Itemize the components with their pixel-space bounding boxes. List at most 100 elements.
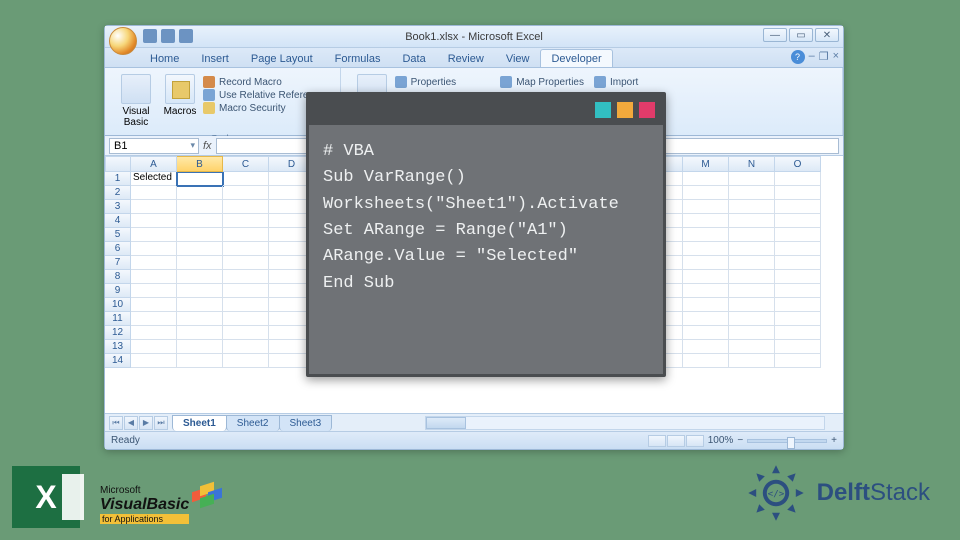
row-header-9[interactable]: 9 <box>105 284 131 298</box>
cell-C4[interactable] <box>223 214 269 228</box>
cell-B5[interactable] <box>177 228 223 242</box>
cell-A1[interactable]: Selected <box>131 172 177 186</box>
cell-O4[interactable] <box>775 214 821 228</box>
cell-A2[interactable] <box>131 186 177 200</box>
cell-M7[interactable] <box>683 256 729 270</box>
record-macro-button[interactable]: Record Macro <box>203 76 330 88</box>
cell-N9[interactable] <box>729 284 775 298</box>
sheet-next-icon[interactable]: ▶ <box>139 416 153 430</box>
row-header-8[interactable]: 8 <box>105 270 131 284</box>
cell-N1[interactable] <box>729 172 775 186</box>
tab-page-layout[interactable]: Page Layout <box>240 49 324 67</box>
row-header-5[interactable]: 5 <box>105 228 131 242</box>
cell-M8[interactable] <box>683 270 729 284</box>
tab-formulas[interactable]: Formulas <box>324 49 392 67</box>
sheet-first-icon[interactable]: ⏮ <box>109 416 123 430</box>
cell-N6[interactable] <box>729 242 775 256</box>
cell-C3[interactable] <box>223 200 269 214</box>
cell-C6[interactable] <box>223 242 269 256</box>
cell-A13[interactable] <box>131 340 177 354</box>
cell-O10[interactable] <box>775 298 821 312</box>
zoom-slider[interactable] <box>747 439 827 443</box>
cell-O3[interactable] <box>775 200 821 214</box>
row-header-13[interactable]: 13 <box>105 340 131 354</box>
tab-insert[interactable]: Insert <box>190 49 240 67</box>
cell-N13[interactable] <box>729 340 775 354</box>
cell-B14[interactable] <box>177 354 223 368</box>
row-header-6[interactable]: 6 <box>105 242 131 256</box>
tab-home[interactable]: Home <box>139 49 190 67</box>
doc-minimize-button[interactable]: – <box>809 50 815 64</box>
cell-N3[interactable] <box>729 200 775 214</box>
view-layout-icon[interactable] <box>667 435 685 447</box>
cell-M6[interactable] <box>683 242 729 256</box>
cell-B10[interactable] <box>177 298 223 312</box>
cell-C2[interactable] <box>223 186 269 200</box>
cell-M1[interactable] <box>683 172 729 186</box>
cell-B12[interactable] <box>177 326 223 340</box>
cell-B13[interactable] <box>177 340 223 354</box>
cell-M13[interactable] <box>683 340 729 354</box>
cell-B9[interactable] <box>177 284 223 298</box>
row-header-2[interactable]: 2 <box>105 186 131 200</box>
tab-developer[interactable]: Developer <box>540 49 612 67</box>
sheet-last-icon[interactable]: ⏭ <box>154 416 168 430</box>
undo-icon[interactable] <box>161 29 175 43</box>
cell-C5[interactable] <box>223 228 269 242</box>
tab-review[interactable]: Review <box>437 49 495 67</box>
cell-A14[interactable] <box>131 354 177 368</box>
cell-B4[interactable] <box>177 214 223 228</box>
cell-A3[interactable] <box>131 200 177 214</box>
cell-C8[interactable] <box>223 270 269 284</box>
doc-restore-button[interactable]: ❐ <box>819 50 829 64</box>
office-button[interactable] <box>109 27 137 55</box>
cell-O5[interactable] <box>775 228 821 242</box>
cell-M11[interactable] <box>683 312 729 326</box>
cell-A9[interactable] <box>131 284 177 298</box>
column-header-C[interactable]: C <box>223 156 269 172</box>
row-header-12[interactable]: 12 <box>105 326 131 340</box>
map-properties-button[interactable]: Map Properties <box>500 76 584 88</box>
cell-M4[interactable] <box>683 214 729 228</box>
column-header-B[interactable]: B <box>177 156 223 172</box>
properties-button[interactable]: Properties <box>395 76 457 88</box>
doc-close-button[interactable]: × <box>833 50 839 64</box>
maximize-button[interactable]: ▭ <box>789 28 813 42</box>
cell-C9[interactable] <box>223 284 269 298</box>
horizontal-scrollbar[interactable] <box>425 416 825 430</box>
cell-C13[interactable] <box>223 340 269 354</box>
cell-O13[interactable] <box>775 340 821 354</box>
cell-M9[interactable] <box>683 284 729 298</box>
cell-C10[interactable] <box>223 298 269 312</box>
cell-N2[interactable] <box>729 186 775 200</box>
cell-M12[interactable] <box>683 326 729 340</box>
view-normal-icon[interactable] <box>648 435 666 447</box>
tab-view[interactable]: View <box>495 49 541 67</box>
cell-C1[interactable] <box>223 172 269 186</box>
tab-data[interactable]: Data <box>391 49 436 67</box>
cell-A11[interactable] <box>131 312 177 326</box>
cell-N5[interactable] <box>729 228 775 242</box>
column-header-N[interactable]: N <box>729 156 775 172</box>
cell-N14[interactable] <box>729 354 775 368</box>
cell-C12[interactable] <box>223 326 269 340</box>
cell-O8[interactable] <box>775 270 821 284</box>
cell-O7[interactable] <box>775 256 821 270</box>
row-header-10[interactable]: 10 <box>105 298 131 312</box>
cell-B3[interactable] <box>177 200 223 214</box>
cell-O2[interactable] <box>775 186 821 200</box>
cell-N4[interactable] <box>729 214 775 228</box>
row-header-11[interactable]: 11 <box>105 312 131 326</box>
macros-button[interactable]: Macros <box>159 74 201 117</box>
cell-C11[interactable] <box>223 312 269 326</box>
cell-O6[interactable] <box>775 242 821 256</box>
cell-B6[interactable] <box>177 242 223 256</box>
sheet-tab-1[interactable]: Sheet1 <box>172 415 227 431</box>
sheet-tab-2[interactable]: Sheet2 <box>226 415 280 431</box>
zoom-in-button[interactable]: + <box>831 435 837 446</box>
zoom-out-button[interactable]: − <box>737 435 743 446</box>
cell-B7[interactable] <box>177 256 223 270</box>
cell-B1[interactable] <box>177 172 223 186</box>
cell-B11[interactable] <box>177 312 223 326</box>
name-box[interactable]: B1 <box>109 138 199 154</box>
